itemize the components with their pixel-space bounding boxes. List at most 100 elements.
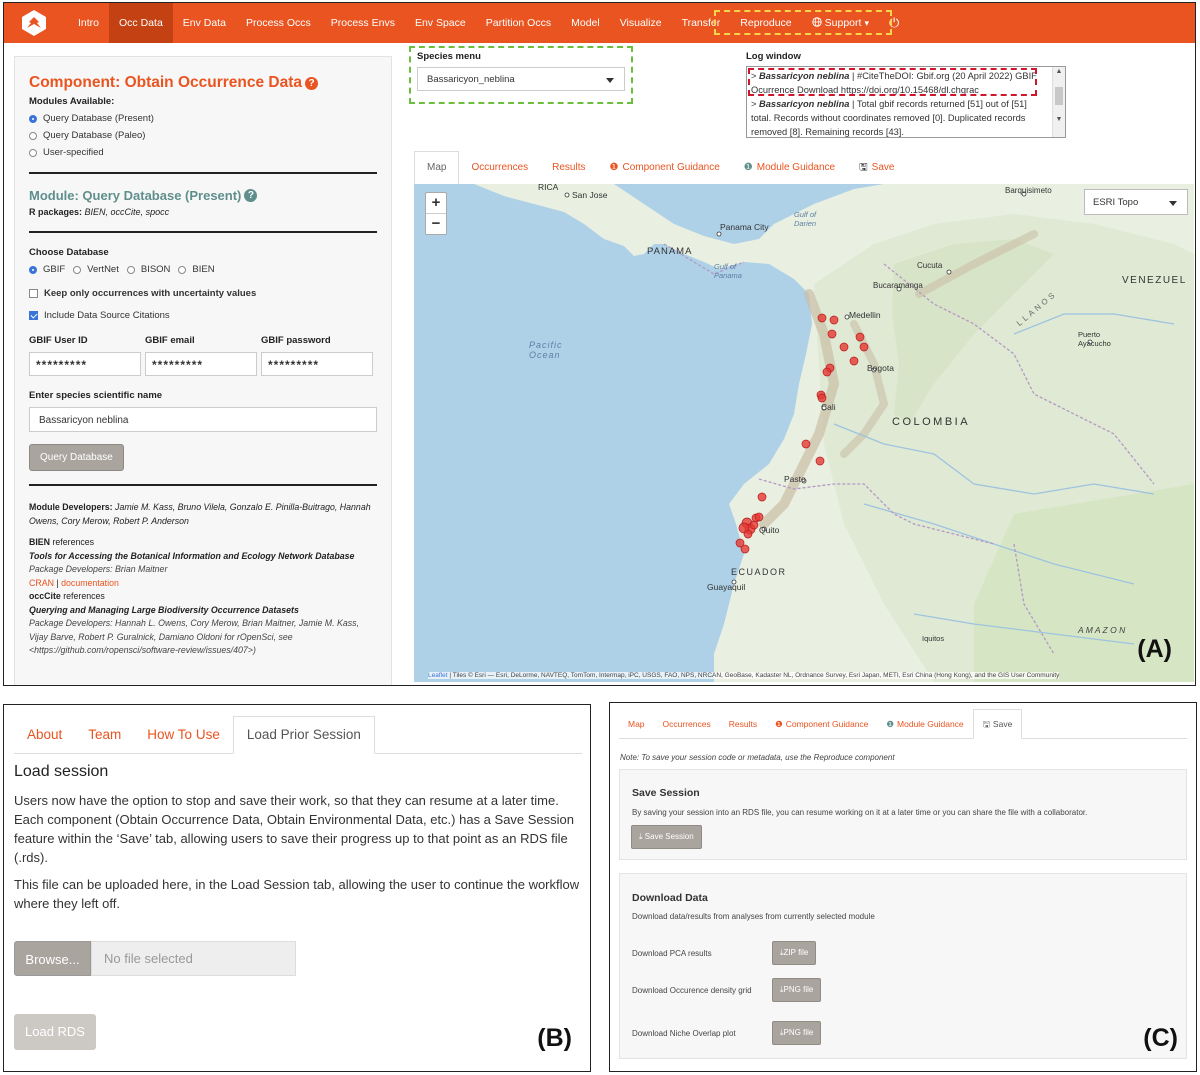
- tab-map[interactable]: Map: [414, 151, 460, 184]
- gbif-user-input[interactable]: *********: [29, 352, 141, 376]
- module-radio-user[interactable]: User-specified: [29, 147, 377, 158]
- save-session-text: By saving your session into an RDS file,…: [632, 808, 1088, 817]
- log-scrollbar[interactable]: ▲ ▼: [1052, 67, 1065, 137]
- db-option-bien[interactable]: BIEN: [178, 264, 215, 275]
- nav-occ-data[interactable]: Occ Data: [109, 3, 173, 43]
- species-menu-value: Bassaricyon_neblina: [427, 74, 515, 85]
- map-label: COLOMBIA: [892, 416, 971, 428]
- map-label: Iquitos: [922, 634, 945, 643]
- checkbox-unchecked[interactable]: [29, 289, 38, 298]
- gbif-email-input[interactable]: *********: [145, 352, 257, 376]
- scroll-up-icon[interactable]: ▲: [1053, 67, 1065, 77]
- browse-button[interactable]: Browse...: [14, 941, 91, 976]
- tab-results[interactable]: Results: [540, 152, 597, 184]
- tab-component-guidance[interactable]: ❶ Component Guidance: [598, 152, 732, 184]
- separator: |: [56, 577, 59, 588]
- load-rds-button[interactable]: Load RDS: [14, 1014, 96, 1050]
- nav-model[interactable]: Model: [561, 3, 610, 43]
- caret-down-icon: [606, 78, 614, 83]
- tab-about[interactable]: About: [14, 717, 75, 753]
- scroll-thumb[interactable]: [1055, 87, 1063, 105]
- db-option-vertnet[interactable]: VertNet: [73, 264, 119, 275]
- nav-process-envs[interactable]: Process Envs: [321, 3, 405, 43]
- species-menu-select[interactable]: Bassaricyon_neblina: [417, 67, 625, 91]
- tab-occurrences[interactable]: Occurrences: [654, 710, 720, 738]
- db-label: VertNet: [87, 264, 119, 275]
- db-option-gbif[interactable]: GBIF: [29, 264, 65, 275]
- query-database-button[interactable]: Query Database: [29, 444, 124, 471]
- map-label: Puerto Ayacucho: [1078, 330, 1111, 348]
- wallace-logo-icon[interactable]: [16, 5, 52, 41]
- radio-unchecked[interactable]: [178, 265, 187, 274]
- include-citations-checkbox[interactable]: Include Data Source Citations: [29, 310, 377, 321]
- gbif-password-input[interactable]: *********: [261, 352, 373, 376]
- basemap-select[interactable]: ESRI Topo: [1084, 189, 1188, 215]
- cran-link[interactable]: CRAN: [29, 578, 54, 588]
- zoom-in-button[interactable]: +: [426, 193, 446, 214]
- tab-how-to-use[interactable]: How To Use: [134, 717, 233, 753]
- map-label: Cali: [821, 402, 836, 412]
- radio-unchecked[interactable]: [29, 131, 37, 140]
- tab-module-guidance[interactable]: ❶ Module Guidance: [732, 152, 847, 184]
- nav-intro[interactable]: Intro: [68, 3, 109, 43]
- nav-env-space[interactable]: Env Space: [405, 3, 476, 43]
- tab-save[interactable]: 🖫 Save: [847, 152, 906, 184]
- save-icon: 🖫: [982, 719, 990, 729]
- leaflet-link[interactable]: Leaflet: [428, 672, 448, 679]
- tab-module-guidance[interactable]: ❶ Module Guidance: [877, 710, 972, 738]
- tab-load-prior-session[interactable]: Load Prior Session: [232, 716, 375, 754]
- nav-process-occs[interactable]: Process Occs: [236, 3, 321, 43]
- module-radio-paleo[interactable]: Query Database (Paleo): [29, 130, 377, 141]
- download-row-label: Download Niche Overlap plot: [632, 1029, 736, 1038]
- map-label: Panama City: [720, 222, 769, 232]
- radio-checked[interactable]: [29, 265, 37, 274]
- help-icon[interactable]: ?: [244, 189, 258, 202]
- png-file-button[interactable]: ⤓PNG file: [772, 978, 822, 1002]
- module-label: Query Database (Paleo): [43, 130, 146, 141]
- component-title-text: Component: Obtain Occurrence Data: [29, 74, 303, 91]
- radio-unchecked[interactable]: [126, 265, 135, 274]
- r-packages-list: BIEN, occCite, spocc: [84, 207, 170, 217]
- save-session-box: Save Session By saving your session into…: [619, 769, 1187, 860]
- module-devs-label: Module Developers:: [29, 502, 113, 512]
- tab-save[interactable]: 🖫 Save: [972, 709, 1023, 739]
- tab-team[interactable]: Team: [75, 717, 134, 753]
- documentation-link[interactable]: documentation: [61, 578, 119, 588]
- zip-file-button[interactable]: ⤓ZIP file: [772, 941, 817, 965]
- radio-unchecked[interactable]: [29, 148, 37, 157]
- gbif-user-label: GBIF User ID: [29, 335, 88, 346]
- tab-label: Component Guidance: [785, 719, 869, 729]
- db-option-bison[interactable]: BISON: [126, 264, 171, 275]
- leaflet-map[interactable]: RICA San Jose PANAMA Panama City Gulf of…: [414, 184, 1194, 682]
- help-icon[interactable]: ?: [305, 76, 319, 90]
- tab-occurrences[interactable]: Occurrences: [459, 152, 540, 184]
- radio-checked[interactable]: [29, 114, 37, 123]
- tab-map[interactable]: Map: [619, 710, 654, 738]
- keep-uncertainty-checkbox[interactable]: Keep only occurrences with uncertainty v…: [29, 288, 377, 299]
- species-name-input[interactable]: Bassaricyon neblina: [29, 407, 377, 432]
- map-label: Bucaramanga: [873, 281, 923, 290]
- tab-component-guidance[interactable]: ❶ Component Guidance: [766, 710, 877, 738]
- bien-ref-name: BIEN: [29, 537, 51, 547]
- log-entry: > Bassaricyon neblina | Total gbif recor…: [751, 99, 1027, 137]
- db-label: BISON: [140, 264, 171, 275]
- gbif-credential-inputs: ********* ********* *********: [29, 352, 377, 376]
- scroll-down-icon[interactable]: ▼: [1053, 115, 1065, 125]
- save-session-button[interactable]: ⤓ Save Session: [631, 825, 702, 849]
- tab-results[interactable]: Results: [720, 710, 766, 738]
- nav-visualize[interactable]: Visualize: [610, 3, 672, 43]
- png-file-button[interactable]: ⤓PNG file: [772, 1021, 822, 1045]
- divider: [29, 484, 377, 486]
- log-citation-highlight: [748, 68, 1037, 96]
- module-radio-present[interactable]: Query Database (Present): [29, 113, 377, 124]
- map-label: Medellin: [849, 310, 881, 320]
- map-label: Barquisimeto: [1005, 186, 1052, 195]
- checkbox-checked[interactable]: [29, 311, 38, 320]
- radio-unchecked[interactable]: [73, 265, 82, 274]
- map-label: Quito: [759, 525, 780, 535]
- file-name-display[interactable]: No file selected: [91, 941, 296, 976]
- nav-partition-occs[interactable]: Partition Occs: [476, 3, 561, 43]
- zoom-out-button[interactable]: −: [426, 214, 446, 234]
- occcite-ref-title: Querying and Managing Large Biodiversity…: [29, 604, 299, 615]
- nav-env-data[interactable]: Env Data: [173, 3, 236, 43]
